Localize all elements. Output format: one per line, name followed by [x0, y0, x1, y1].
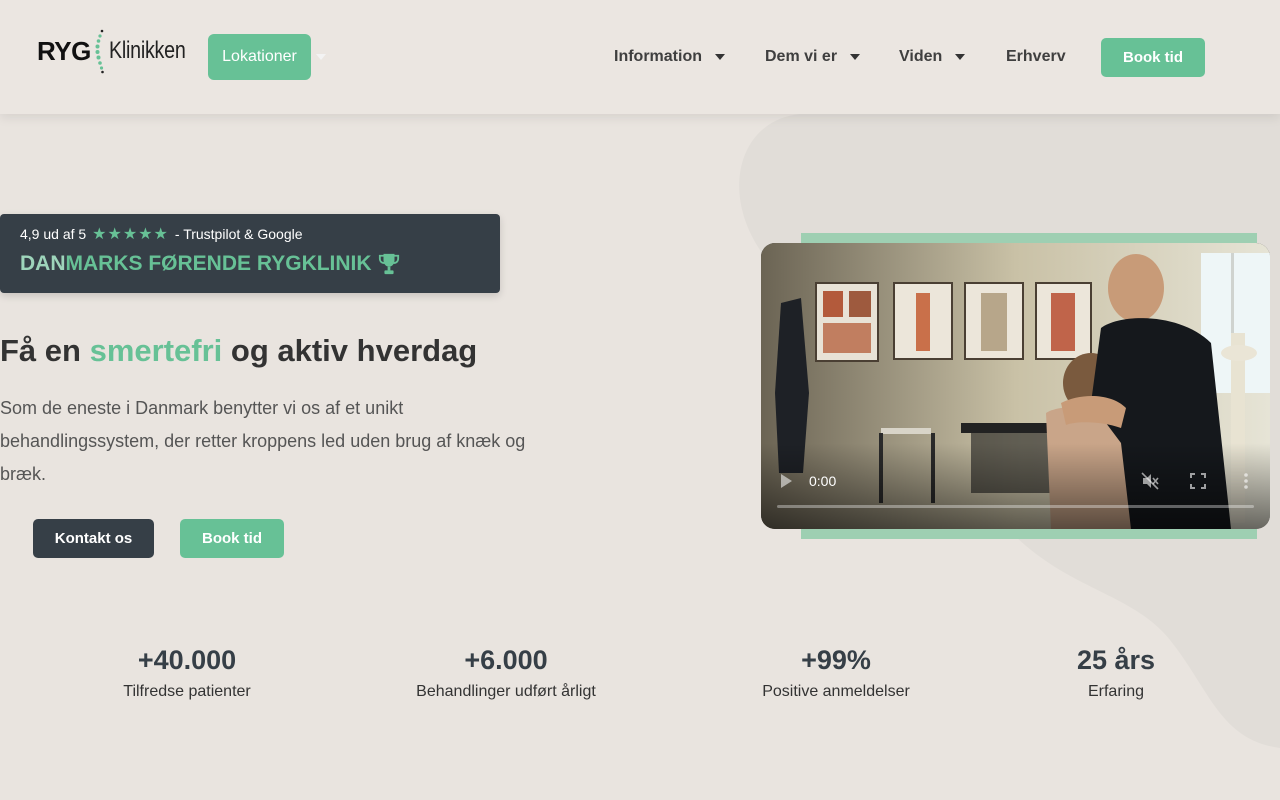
hero-title-highlight: smertefri	[89, 333, 223, 368]
stat-label: Behandlinger udført årligt	[416, 683, 596, 700]
stat-reviews: +99% Positive anmeldelser	[706, 645, 966, 701]
fullscreen-icon[interactable]	[1190, 473, 1206, 489]
nav-label: Dem vi er	[765, 48, 838, 65]
nav-item-information[interactable]: Information	[614, 46, 725, 68]
muted-icon[interactable]	[1141, 472, 1159, 490]
badge-headline: DAN MARKS FØRENDE RYGKLINIK	[20, 252, 400, 276]
nav-label: Viden	[899, 48, 943, 65]
badge-headline-part2: MARKS FØRENDE RYGKLINIK	[65, 252, 372, 275]
logo-text-ryg: RYG	[37, 35, 91, 66]
book-appointment-button[interactable]: Book tid	[180, 519, 284, 558]
stat-value: 25 års	[1076, 645, 1156, 675]
spine-icon	[95, 29, 104, 74]
stat-experience: 25 års Erfaring	[986, 645, 1246, 701]
stat-value: +40.000	[137, 645, 237, 675]
badge-headline-part1: DAN	[20, 252, 66, 275]
logo-text-klinikken: Klinikken	[108, 37, 186, 64]
stat-label: Positive anmeldelser	[762, 683, 910, 700]
caret-down-icon	[850, 54, 861, 60]
trophy-icon	[378, 253, 399, 275]
more-options-icon[interactable]	[1243, 472, 1249, 490]
stat-patients: +40.000 Tilfredse patienter	[57, 645, 317, 701]
play-icon[interactable]	[781, 474, 792, 488]
stat-label: Tilfredse patienter	[123, 683, 251, 700]
video-player[interactable]: 0:00	[761, 243, 1270, 529]
locations-button[interactable]: Lokationer	[208, 34, 311, 80]
caret-down-icon	[955, 54, 966, 60]
rating-badge: 4,9 ud af 5 ★★★★★ - Trustpilot & Google …	[0, 214, 500, 293]
stat-label: Erfaring	[1087, 683, 1145, 700]
rating-source: - Trustpilot & Google	[174, 226, 303, 242]
book-appointment-button[interactable]: Book tid	[1101, 38, 1205, 77]
hero-title-end: og aktiv hverdag	[222, 333, 478, 368]
stat-value: +99%	[801, 645, 871, 675]
stat-treatments: +6.000 Behandlinger udført årligt	[376, 645, 636, 701]
nav-item-erhverv[interactable]: Erhverv	[1006, 46, 1066, 68]
caret-down-icon	[715, 54, 725, 60]
logo[interactable]: RYG Klinikken	[37, 28, 202, 74]
video-progress-bar[interactable]	[777, 505, 1254, 508]
rating-line: 4,9 ud af 5 ★★★★★ - Trustpilot & Google	[20, 224, 303, 244]
video-time: 0:00	[809, 473, 837, 489]
nav-item-viden[interactable]: Viden	[899, 46, 966, 68]
contact-button[interactable]: Kontakt os	[33, 519, 154, 558]
chevron-down-icon[interactable]	[316, 54, 326, 60]
nav-label: Information	[614, 48, 702, 65]
hero-title: Få en smertefri og aktiv hverdag	[0, 333, 477, 369]
site-header: RYG Klinikken Lokationer Information Dem…	[0, 0, 1280, 114]
rating-value: 4,9 ud af 5	[20, 226, 87, 242]
hero-title-start: Få en	[0, 333, 90, 368]
nav-item-dem-vi-er[interactable]: Dem vi er	[765, 46, 861, 68]
stat-value: +6.000	[464, 645, 548, 675]
nav-label: Erhverv	[1006, 48, 1066, 65]
hero-description: Som de eneste i Danmark benytter vi os a…	[0, 398, 526, 484]
star-rating-icon: ★★★★★	[92, 226, 169, 243]
